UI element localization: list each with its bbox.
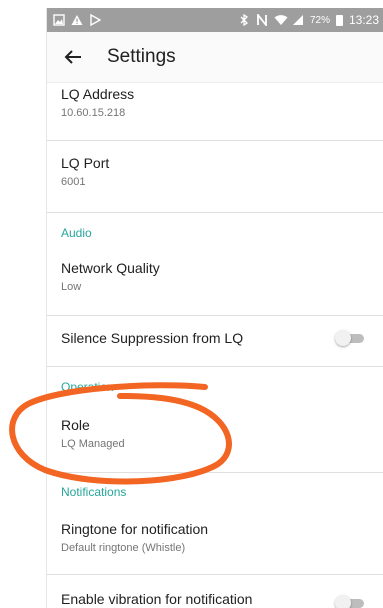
bluetooth-icon (238, 13, 250, 27)
divider (47, 212, 383, 213)
page-title: Settings (107, 46, 176, 67)
divider (47, 472, 383, 473)
settings-screen: 72% 13:23 Settings LQ Address 10.60.15.2… (47, 8, 383, 608)
arrow-left-icon (64, 50, 81, 64)
switch-thumb (335, 330, 351, 346)
app-toolbar: Settings (47, 32, 383, 83)
divider (47, 574, 383, 575)
back-button[interactable] (53, 37, 93, 77)
silence-suppression-switch[interactable] (335, 330, 365, 346)
pref-title: LQ Address (61, 86, 135, 102)
battery-percentage: 72% (309, 14, 330, 26)
pref-lq-address[interactable]: LQ Address 10.60.15.218 (61, 86, 361, 119)
pref-title: Silence Suppression from LQ (61, 330, 244, 346)
pref-title: LQ Port (61, 155, 110, 171)
divider (47, 140, 383, 141)
category-notifications: Notifications (61, 485, 127, 499)
battery-icon (335, 14, 343, 26)
signal-icon (292, 14, 304, 26)
play-store-icon (89, 13, 102, 27)
divider (47, 366, 383, 367)
divider (47, 315, 383, 316)
pref-summary: Low (61, 281, 82, 293)
pref-title: Ringtone for notification (61, 521, 209, 537)
status-bar: 72% 13:23 (47, 8, 383, 32)
warning-icon (71, 14, 83, 26)
pref-summary: Default ringtone (Whistle) (61, 542, 186, 554)
pref-network-quality[interactable]: Network Quality Low (61, 260, 361, 293)
pref-role[interactable]: Role LQ Managed (61, 417, 361, 450)
pref-silence-suppression[interactable]: Silence Suppression from LQ (61, 330, 361, 346)
pref-summary: 6001 (61, 176, 86, 188)
pref-vibration[interactable]: Enable vibration for notification (61, 591, 361, 607)
pref-lq-port[interactable]: LQ Port 6001 (61, 155, 361, 188)
wifi-icon (274, 14, 288, 26)
switch-thumb (335, 595, 351, 608)
pref-ringtone[interactable]: Ringtone for notification Default ringto… (61, 521, 361, 554)
category-audio: Audio (61, 226, 92, 240)
nfc-icon (256, 12, 268, 28)
clock: 13:23 (348, 13, 379, 27)
vibration-switch[interactable] (335, 595, 365, 608)
pref-summary: 10.60.15.218 (61, 107, 126, 119)
pref-title: Role (61, 417, 90, 433)
pref-summary: LQ Managed (61, 438, 125, 450)
category-operation: Operation (61, 380, 114, 394)
pref-title: Network Quality (61, 260, 160, 276)
image-icon (53, 14, 65, 26)
pref-title: Enable vibration for notification (61, 591, 253, 607)
